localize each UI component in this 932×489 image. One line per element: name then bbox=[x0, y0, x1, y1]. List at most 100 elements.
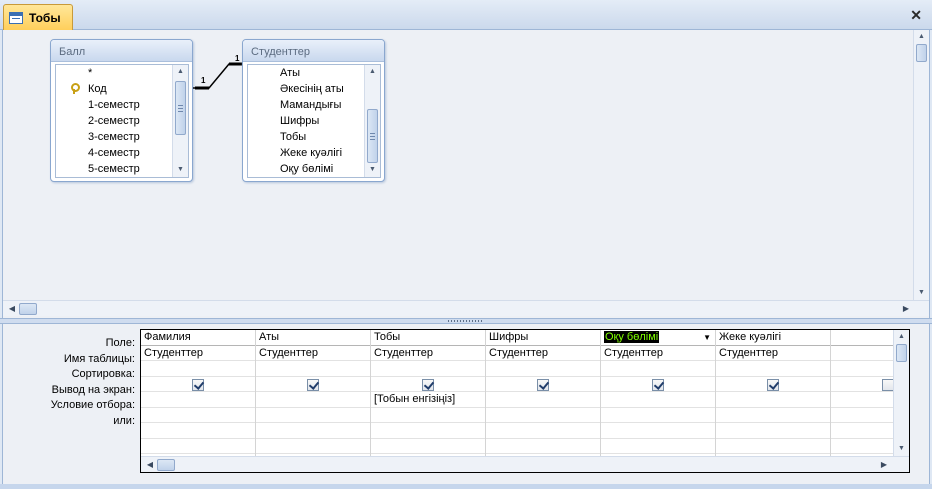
criteria-cell[interactable]: [Тобын енгізіңіз] bbox=[371, 392, 485, 408]
sort-cell[interactable] bbox=[601, 361, 715, 377]
show-checkbox[interactable] bbox=[652, 378, 664, 391]
scroll-thumb[interactable] bbox=[157, 459, 175, 471]
field-item[interactable]: Оқу бөлімі bbox=[248, 161, 365, 177]
tab-title: Тобы bbox=[29, 10, 61, 25]
row-label-sort: Сортировка: bbox=[71, 368, 135, 380]
table-title[interactable]: Студенттер bbox=[243, 40, 384, 62]
table-cell[interactable]: Студенттер bbox=[371, 346, 485, 361]
field-cell-selected[interactable]: Оқу бөлімі ▼ bbox=[601, 330, 715, 346]
show-checkbox[interactable] bbox=[192, 378, 204, 391]
field-item[interactable]: 3-семестр bbox=[56, 129, 173, 145]
show-checkbox[interactable] bbox=[767, 378, 779, 391]
table-cell[interactable]: Студенттер bbox=[141, 346, 255, 361]
field-item[interactable]: 2-семестр bbox=[56, 113, 173, 129]
show-cell bbox=[256, 377, 370, 392]
sort-cell[interactable] bbox=[716, 361, 830, 377]
empty-cell[interactable] bbox=[141, 439, 255, 454]
scroll-thumb[interactable] bbox=[19, 303, 37, 315]
scroll-up-icon[interactable]: ▲ bbox=[914, 30, 929, 44]
close-icon[interactable]: ✕ bbox=[910, 7, 922, 24]
query-tab[interactable]: Тобы bbox=[3, 4, 73, 30]
or-cell[interactable] bbox=[601, 408, 715, 423]
criteria-cell[interactable] bbox=[486, 392, 600, 408]
empty-cell[interactable] bbox=[486, 439, 600, 454]
row-label-criteria: Условие отбора: bbox=[50, 399, 135, 411]
field-item[interactable]: Жеке куәлігі bbox=[248, 145, 365, 161]
field-cell[interactable]: Тобы bbox=[371, 330, 485, 346]
table-cell[interactable]: Студенттер bbox=[601, 346, 715, 361]
sort-cell[interactable] bbox=[486, 361, 600, 377]
show-checkbox[interactable] bbox=[307, 378, 319, 391]
empty-cell[interactable] bbox=[371, 439, 485, 454]
field-list-box: Аты Әкесінің аты Мамандығы Шифры Тобы Же… bbox=[247, 64, 381, 178]
field-item[interactable]: 5-семестр bbox=[56, 161, 173, 177]
design-grid[interactable]: Фамилия Студенттер Аты Студенттер Тобы С… bbox=[140, 329, 910, 473]
table-cell[interactable]: Студенттер bbox=[486, 346, 600, 361]
grid-column: Фамилия Студенттер bbox=[141, 330, 256, 472]
empty-cell[interactable] bbox=[716, 423, 830, 439]
scroll-thumb[interactable] bbox=[916, 44, 927, 62]
design-pane-hscroll[interactable]: ◀ ▶ bbox=[3, 300, 929, 316]
empty-cell[interactable] bbox=[256, 439, 370, 454]
scroll-thumb[interactable] bbox=[896, 344, 907, 362]
scroll-thumb[interactable] bbox=[367, 109, 378, 163]
sort-cell[interactable] bbox=[141, 361, 255, 377]
query-design-pane[interactable]: Балл * Код 1-семестр 2-семестр 3-семестр… bbox=[2, 30, 930, 320]
empty-cell[interactable] bbox=[256, 423, 370, 439]
show-checkbox[interactable] bbox=[537, 378, 549, 391]
splitter-grip[interactable] bbox=[448, 320, 484, 322]
grid-hscroll[interactable]: ◀ ▶ bbox=[141, 456, 909, 472]
field-item[interactable]: Мамандығы bbox=[248, 97, 365, 113]
empty-cell[interactable] bbox=[141, 423, 255, 439]
or-cell[interactable] bbox=[371, 408, 485, 423]
or-cell[interactable] bbox=[256, 408, 370, 423]
scroll-down-icon[interactable]: ▼ bbox=[173, 163, 188, 177]
scroll-left-icon[interactable]: ◀ bbox=[143, 457, 157, 472]
show-checkbox[interactable] bbox=[422, 378, 434, 391]
scroll-left-icon[interactable]: ◀ bbox=[5, 301, 19, 317]
field-item[interactable]: Шифры bbox=[248, 113, 365, 129]
or-cell[interactable] bbox=[141, 408, 255, 423]
sort-cell[interactable] bbox=[371, 361, 485, 377]
sort-cell[interactable] bbox=[256, 361, 370, 377]
scroll-up-icon[interactable]: ▲ bbox=[365, 65, 380, 79]
field-item[interactable]: 4-семестр bbox=[56, 145, 173, 161]
design-pane-vscroll[interactable]: ▲ ▼ bbox=[913, 30, 929, 300]
scroll-down-icon[interactable]: ▼ bbox=[365, 163, 380, 177]
scroll-right-icon[interactable]: ▶ bbox=[877, 457, 891, 472]
table-window-studentter[interactable]: Студенттер Аты Әкесінің аты Мамандығы Ши… bbox=[242, 39, 385, 182]
table-cell[interactable]: Студенттер bbox=[256, 346, 370, 361]
criteria-cell[interactable] bbox=[256, 392, 370, 408]
empty-cell[interactable] bbox=[371, 423, 485, 439]
empty-cell[interactable] bbox=[601, 423, 715, 439]
field-item[interactable]: Аты bbox=[248, 65, 365, 81]
criteria-cell[interactable] bbox=[601, 392, 715, 408]
criteria-cell[interactable] bbox=[716, 392, 830, 408]
field-cell[interactable]: Шифры bbox=[486, 330, 600, 346]
field-cell[interactable]: Жеке куәлігі bbox=[716, 330, 830, 346]
grid-column: Жеке куәлігі Студенттер bbox=[716, 330, 831, 472]
row-label-field: Поле: bbox=[105, 337, 135, 349]
or-cell[interactable] bbox=[716, 408, 830, 423]
table-cell[interactable]: Студенттер bbox=[716, 346, 830, 361]
grid-vscroll[interactable]: ▲ ▼ bbox=[893, 330, 909, 456]
scroll-down-icon[interactable]: ▼ bbox=[894, 442, 909, 456]
field-item[interactable]: Әкесінің аты bbox=[248, 81, 365, 97]
field-item[interactable]: Тобы bbox=[248, 129, 365, 145]
selected-field-text[interactable]: Оқу бөлімі bbox=[604, 331, 660, 343]
criteria-cell[interactable] bbox=[141, 392, 255, 408]
relationship-line[interactable] bbox=[3, 30, 263, 110]
empty-cell[interactable] bbox=[716, 439, 830, 454]
field-list-scrollbar[interactable]: ▲ ▼ bbox=[364, 65, 380, 177]
dropdown-arrow-icon[interactable]: ▼ bbox=[703, 330, 711, 345]
field-cell[interactable]: Аты bbox=[256, 330, 370, 346]
field-cell[interactable]: Фамилия bbox=[141, 330, 255, 346]
field-list: Аты Әкесінің аты Мамандығы Шифры Тобы Же… bbox=[248, 65, 365, 177]
or-cell[interactable] bbox=[486, 408, 600, 423]
empty-cell[interactable] bbox=[486, 423, 600, 439]
empty-cell[interactable] bbox=[601, 439, 715, 454]
scroll-up-icon[interactable]: ▲ bbox=[894, 330, 909, 344]
relationship-one-label: 1 bbox=[235, 54, 240, 63]
scroll-right-icon[interactable]: ▶ bbox=[899, 301, 913, 317]
scroll-down-icon[interactable]: ▼ bbox=[914, 286, 929, 300]
